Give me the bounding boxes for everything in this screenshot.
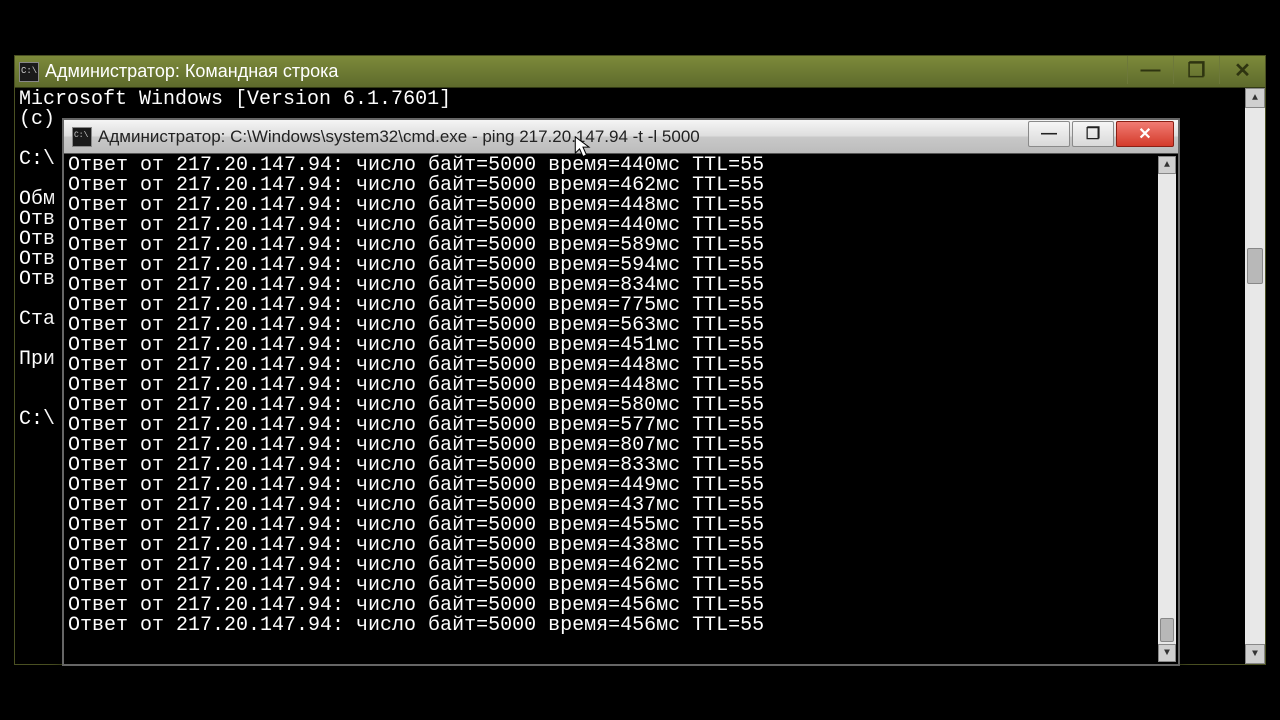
bg-scroll-thumb[interactable] — [1247, 248, 1263, 284]
fg-terminal-output: Ответ от 217.20.147.94: число байт=5000 … — [64, 154, 1178, 638]
bg-minimize-button[interactable]: — — [1127, 56, 1173, 84]
fg-close-button[interactable]: ✕ — [1116, 121, 1174, 147]
fg-maximize-button[interactable]: ❐ — [1072, 121, 1114, 147]
cmd-icon — [72, 127, 92, 147]
fg-scroll-down-icon[interactable]: ▼ — [1158, 644, 1176, 662]
fg-scroll-thumb[interactable] — [1160, 618, 1174, 642]
bg-window-title: Администратор: Командная строка — [45, 61, 338, 82]
bg-scroll-down-icon[interactable]: ▼ — [1245, 644, 1265, 664]
cmd-icon — [19, 62, 39, 82]
bg-close-button[interactable]: ✕ — [1219, 56, 1265, 84]
fg-titlebar[interactable]: Администратор: C:\Windows\system32\cmd.e… — [64, 120, 1178, 154]
fg-scroll-up-icon[interactable]: ▲ — [1158, 156, 1176, 174]
bg-scroll-up-icon[interactable]: ▲ — [1245, 88, 1265, 108]
bg-scrollbar[interactable]: ▲ ▼ — [1245, 88, 1265, 664]
cmd-window-foreground: Администратор: C:\Windows\system32\cmd.e… — [62, 118, 1180, 666]
fg-minimize-button[interactable]: — — [1028, 121, 1070, 147]
bg-maximize-button[interactable]: ❐ — [1173, 56, 1219, 84]
fg-window-title: Администратор: C:\Windows\system32\cmd.e… — [98, 127, 700, 147]
bg-titlebar[interactable]: Администратор: Командная строка — ❐ ✕ — [15, 56, 1265, 88]
fg-scrollbar[interactable]: ▲ ▼ — [1158, 156, 1176, 662]
